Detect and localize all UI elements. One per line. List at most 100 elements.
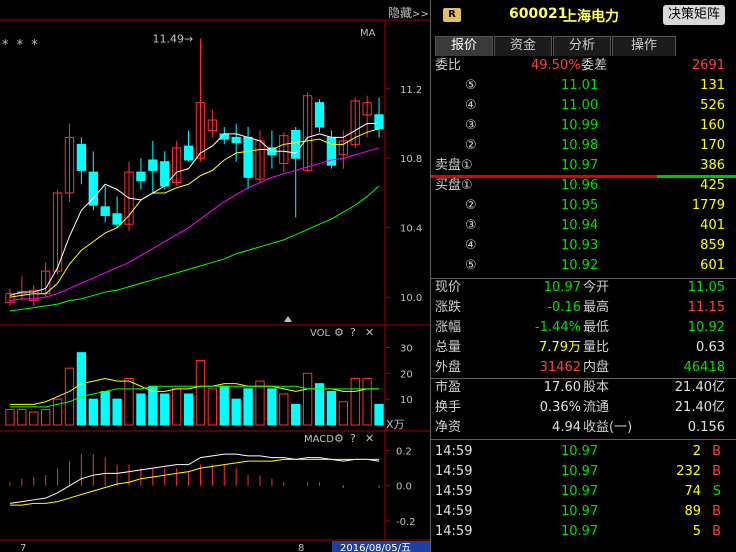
- quote-row[interactable]: 涨幅 -1.44% 最低 10.92: [431, 318, 733, 338]
- trade-row[interactable]: 14:59 10.97 74 S: [431, 482, 733, 502]
- quote-value-2: 11.15: [687, 300, 725, 315]
- price-tick-label: 10.8: [400, 154, 422, 165]
- trade-row[interactable]: 14:59 10.97 232 B: [431, 462, 733, 482]
- ask-row[interactable]: 卖盘① 10.97 386: [431, 156, 733, 176]
- tab-analysis[interactable]: 分析: [553, 36, 611, 56]
- ask-price: 11.01: [561, 78, 599, 93]
- vol-tick-label: 20: [400, 369, 413, 380]
- candle-body: [314, 102, 325, 128]
- quote-value-2: 10.92: [687, 320, 725, 335]
- bid-price: 10.92: [561, 258, 599, 273]
- bid-row[interactable]: ④ 10.93 859: [431, 236, 733, 256]
- fund-label: 市盈: [435, 380, 462, 395]
- trade-side: B: [712, 444, 721, 459]
- tab-funds[interactable]: 资金: [494, 36, 552, 56]
- quote-label-2: 今开: [583, 280, 610, 295]
- volume-bar: [374, 403, 384, 426]
- fundamental-row[interactable]: 换手 0.36% 流通 21.40亿: [431, 398, 733, 418]
- quote-value: 7.79万: [539, 340, 581, 355]
- volume-bar: [267, 388, 277, 426]
- volume-bar: [231, 398, 241, 426]
- volume-bar: [326, 390, 337, 426]
- quote-label-2: 最高: [583, 300, 610, 315]
- volume-bar: [29, 411, 39, 426]
- ma-label: MA: [360, 28, 376, 39]
- stock-code: 600021: [509, 6, 568, 22]
- x-axis-label-b: 8: [298, 543, 304, 552]
- kline-chart-area[interactable]: 11.2 10.8 10.4 10.0 11.49→ VOL ⚙? ✕ 30 20 10 X万 MACD…: [0, 0, 430, 552]
- bid-row[interactable]: 买盘① 10.96 425: [431, 176, 733, 196]
- quote-row[interactable]: 现价 10.97 今开 11.05: [431, 278, 733, 298]
- quote-label: 总量: [435, 340, 462, 355]
- bid-volume: 601: [700, 258, 725, 273]
- volume-bar: [112, 398, 122, 426]
- volume-bar: [338, 401, 348, 426]
- trade-price: 10.97: [561, 444, 599, 459]
- hide-arrow-icon: >>: [412, 9, 429, 20]
- tab-operate[interactable]: 操作: [612, 36, 676, 56]
- fundamental-row[interactable]: 市盈 17.60 股本 21.40亿: [431, 378, 733, 398]
- bid-row[interactable]: ② 10.95 1779: [431, 196, 733, 216]
- ask-volume: 386: [700, 158, 725, 173]
- bid-level-label: ④: [465, 238, 477, 253]
- volume-bar: [255, 380, 265, 426]
- fund-value: 4.94: [552, 420, 581, 435]
- volume-bar: [171, 388, 182, 426]
- vol-help-icon: ?: [350, 326, 356, 339]
- bid-level-label: ③: [465, 218, 477, 233]
- quote-label: 现价: [435, 280, 462, 295]
- trade-row[interactable]: 14:59 10.97 5 B: [431, 522, 733, 542]
- trade-price: 10.97: [561, 484, 599, 499]
- candle-body: [100, 206, 110, 217]
- trade-row[interactable]: 14:59 10.97 2 B: [431, 442, 733, 462]
- volume-bar: [314, 383, 325, 426]
- macd-settings-icon: ⚙: [334, 432, 344, 445]
- trade-time: 14:59: [435, 444, 473, 459]
- ask-volume: 160: [700, 118, 725, 133]
- quote-row[interactable]: 总量 7.79万 量比 0.63: [431, 338, 733, 358]
- hide-label: 隐藏: [388, 6, 413, 20]
- candle-body: [88, 171, 98, 206]
- quote-row[interactable]: 外盘 31462 内盘 46418: [431, 358, 733, 378]
- trade-volume: 232: [676, 464, 701, 479]
- bid-row[interactable]: ⑤ 10.92 601: [431, 256, 733, 276]
- volume-bar: [291, 403, 301, 426]
- bid-volume: 1779: [691, 198, 725, 213]
- decision-matrix-button[interactable]: 决策矩阵: [663, 5, 725, 25]
- x-axis-label-a: 7: [20, 543, 26, 552]
- ask-level-label: 卖盘①: [435, 158, 473, 173]
- vol-unit-label: X万: [386, 418, 405, 431]
- trade-volume: 74: [684, 484, 701, 499]
- ask-row[interactable]: ② 10.98 170: [431, 136, 733, 156]
- ask-row[interactable]: ⑤ 11.01 131: [431, 76, 733, 96]
- hide-panel-link[interactable]: 隐藏>>: [388, 4, 429, 21]
- volume-bar: [136, 393, 146, 426]
- bid-level-label: 买盘①: [435, 178, 473, 193]
- ask-volume: 170: [700, 138, 725, 153]
- fundamental-row[interactable]: 净资 4.94 收益(一) 0.156: [431, 418, 733, 438]
- vol-tick-label: 30: [400, 344, 413, 355]
- volume-bar: [124, 378, 134, 426]
- trade-side: S: [712, 484, 721, 499]
- volume-bar: [207, 388, 218, 426]
- volume-bar: [100, 390, 110, 426]
- trade-row[interactable]: 14:59 10.97 89 B: [431, 502, 733, 522]
- macd-tick-label: 0.2: [396, 447, 412, 458]
- volume-bar: [195, 359, 206, 426]
- ask-level-label: ⑤: [465, 78, 477, 93]
- bid-row[interactable]: ③ 10.94 401: [431, 216, 733, 236]
- tab-quote[interactable]: 报价: [435, 36, 493, 56]
- kline-chart-svg[interactable]: 11.210.810.410.011.49→VOL ⚙? ✕302010X万MACD…: [0, 0, 430, 552]
- fund-label-2: 股本: [583, 380, 610, 395]
- fund-label-2: 收益(一): [583, 420, 633, 435]
- fund-label-2: 流通: [583, 400, 610, 415]
- r-badge[interactable]: R: [443, 8, 461, 22]
- price-tick-label: 10.4: [400, 224, 422, 235]
- ask-row[interactable]: ③ 10.99 160: [431, 116, 733, 136]
- quote-row[interactable]: 涨跌 -0.16 最高 11.15: [431, 298, 733, 318]
- weicha-value: 2691: [691, 58, 725, 73]
- bid-level-label: ②: [465, 198, 477, 213]
- ask-row[interactable]: ④ 11.00 526: [431, 96, 733, 116]
- ask-level-label: ④: [465, 98, 477, 113]
- weibi-value: 49.50%: [531, 58, 581, 73]
